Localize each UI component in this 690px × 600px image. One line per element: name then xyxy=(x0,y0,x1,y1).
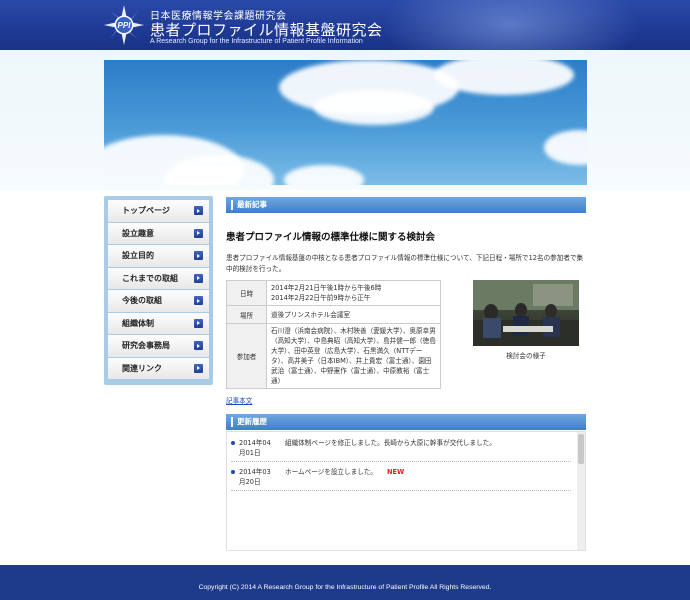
ppi-logo-icon[interactable]: PPI xyxy=(104,5,144,45)
nav-item-past-activities[interactable]: これまでの取組 xyxy=(108,267,209,289)
update-text: 組織体制ページを修正しました。長崎から大原に幹事が交代しました。 xyxy=(285,438,565,448)
bullet-icon xyxy=(231,441,235,445)
scrollbar-thumb[interactable] xyxy=(578,434,584,464)
arrow-right-icon xyxy=(194,363,203,373)
bullet-icon xyxy=(231,470,235,474)
table-row: 参加者 石川澄（浜南会病院）、木村映善（愛媛大学）、奥原幸男（高知大学）、中島典… xyxy=(226,323,441,389)
update-date: 2014年03月20日 xyxy=(239,468,271,486)
date-line-1: 2014年2月21日午後1時から午後6時 xyxy=(271,284,382,292)
nav-label: 設立趣意 xyxy=(122,228,154,238)
copyright-text: Copyright (C) 2014 A Research Group for … xyxy=(198,584,492,591)
meeting-scene-icon xyxy=(473,280,579,346)
site-title[interactable]: 患者プロファイル情報基盤研究会 xyxy=(150,19,383,40)
side-nav: トップページ 設立趣意 設立目的 これまでの取組 今後の取組 組織体制 研究会事… xyxy=(104,196,213,385)
logo-text: PPI xyxy=(118,21,132,30)
arrow-right-icon xyxy=(194,296,203,306)
meeting-photo xyxy=(473,280,579,346)
meeting-info-table: 日時 2014年2月21日午後1時から午後6時 2014年2月22日午前9時から… xyxy=(226,280,441,389)
site-subtitle: A Research Group for the Infrastructure … xyxy=(150,38,363,45)
cloud xyxy=(314,90,434,125)
arrow-right-icon xyxy=(194,206,203,216)
new-badge: NEW xyxy=(386,468,405,476)
participants-key: 参加者 xyxy=(226,323,267,389)
updates-section-header: 更新履歴 xyxy=(226,414,586,430)
nav-item-top[interactable]: トップページ xyxy=(108,200,209,222)
hero-sky-image xyxy=(104,60,587,185)
arrow-right-icon xyxy=(194,251,203,261)
update-text-label: ホームページを設立しました。 xyxy=(285,468,377,476)
nav-label: 組織体制 xyxy=(122,318,154,328)
nav-item-purpose[interactable]: 設立趣意 xyxy=(108,222,209,244)
table-row: 場所 道後プリンスホテル会議室 xyxy=(226,305,441,324)
cloud xyxy=(284,165,364,185)
article-intro: 患者プロファイル情報基盤の中核となる患者プロファイル情報の標準仕様について、下記… xyxy=(226,254,584,273)
nav-label: トップページ xyxy=(122,206,170,216)
latest-section-header: 最新記事 xyxy=(226,197,586,213)
arrow-right-icon xyxy=(194,318,203,328)
table-row: 日時 2014年2月21日午後1時から午後6時 2014年2月22日午前9時から… xyxy=(226,280,441,306)
nav-item-future-activities[interactable]: 今後の取組 xyxy=(108,290,209,312)
update-date: 2014年04月01日 xyxy=(239,439,271,457)
place-value: 道後プリンスホテル会議室 xyxy=(266,305,441,324)
date-line-2: 2014年2月22日午前9時から正午 xyxy=(271,294,371,302)
participants-value: 石川澄（浜南会病院）、木村映善（愛媛大学）、奥原幸男（高知大学）、中島典昭（高知… xyxy=(266,323,441,389)
date-value: 2014年2月21日午後1時から午後6時 2014年2月22日午前9時から正午 xyxy=(266,280,441,306)
arrow-right-icon xyxy=(194,228,203,238)
arrow-right-icon xyxy=(194,273,203,283)
nav-label: 今後の取組 xyxy=(122,296,162,306)
nav-item-secretariat[interactable]: 研究会事務局 xyxy=(108,335,209,357)
nav-label: これまでの取組 xyxy=(122,273,178,283)
nav-label: 関連リンク xyxy=(122,363,162,373)
update-text: ホームページを設立しました。 NEW xyxy=(285,467,565,477)
nav-item-objective[interactable]: 設立目的 xyxy=(108,245,209,267)
photo-caption: 検討会の様子 xyxy=(506,352,546,360)
header-glow xyxy=(380,0,640,50)
cloud xyxy=(544,130,587,165)
divider xyxy=(231,461,571,462)
arrow-right-icon xyxy=(194,341,203,351)
nav-item-links[interactable]: 関連リンク xyxy=(108,357,209,379)
updates-panel[interactable]: 2014年04月01日 組織体制ページを修正しました。長崎から大原に幹事が交代し… xyxy=(226,431,586,551)
date-key: 日時 xyxy=(226,280,267,306)
divider xyxy=(231,490,571,491)
article-title: 患者プロファイル情報の標準仕様に関する検討会 xyxy=(226,232,436,243)
article-more-link[interactable]: 記事本文 xyxy=(226,395,252,405)
updates-scrollbar[interactable] xyxy=(577,432,585,550)
update-text-label: 組織体制ページを修正しました。長崎から大原に幹事が交代しました。 xyxy=(285,439,496,447)
place-key: 場所 xyxy=(226,305,267,324)
site-footer: Copyright (C) 2014 A Research Group for … xyxy=(0,565,690,600)
nav-label: 設立目的 xyxy=(122,251,154,261)
nav-item-organization[interactable]: 組織体制 xyxy=(108,312,209,334)
site-header: PPI 日本医療情報学会課題研究会 患者プロファイル情報基盤研究会 A Rese… xyxy=(0,0,690,50)
nav-label: 研究会事務局 xyxy=(122,341,170,351)
